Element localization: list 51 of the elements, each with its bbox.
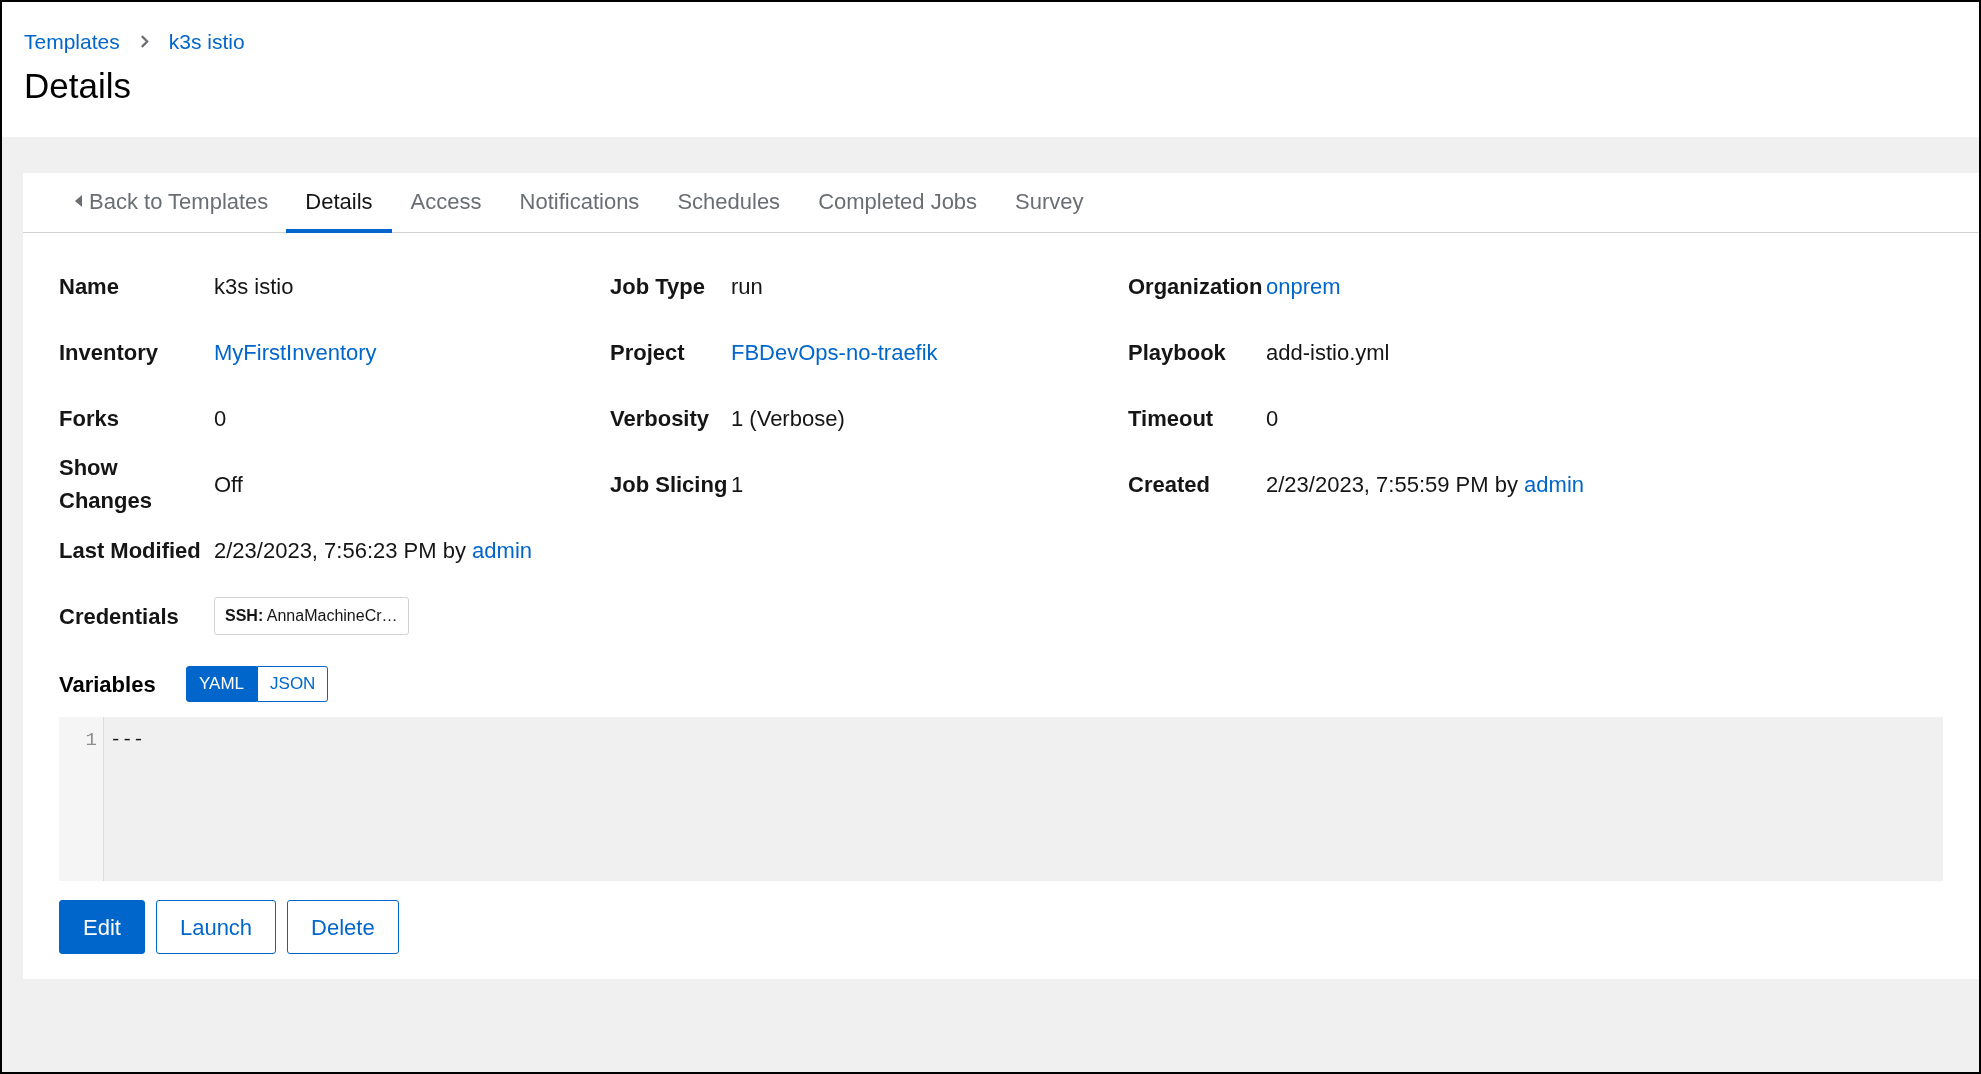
tab[interactable]: Survey [996,173,1103,233]
secondary-button[interactable]: Launch [155,900,277,954]
field-link[interactable]: FBDevOps-no-traefik [731,335,938,369]
field-label: Playbook [1128,338,1227,367]
breadcrumb-link[interactable]: k3s istio [168,26,245,58]
field-label: Organization [1128,272,1264,301]
field-label: Forks [59,404,120,433]
field-value: 2/23/2023, 7:55:59 PM by admin [1266,470,1584,499]
field-label: Created [1128,470,1211,499]
field-value: 0 [214,404,227,433]
tab[interactable]: Schedules [658,173,800,233]
field-label: Name [59,272,120,301]
mode-toggle[interactable]: JSON [257,666,329,702]
field-value: 2/23/2023, 7:56:23 PM by admin [214,536,532,565]
breadcrumb-link[interactable]: Templates [24,26,120,58]
field-label: Last Modified [59,536,202,565]
caret-left-icon [75,195,83,207]
field-label: Variables [59,670,157,699]
field-value: add-istio.yml [1266,338,1390,367]
tab[interactable]: Completed Jobs [799,173,997,233]
code-line: --- [110,728,145,753]
field-value: 1 (Verbose) [731,404,845,433]
field-value: 1 [731,470,744,499]
user-link[interactable]: admin [1524,471,1584,497]
field-label: Timeout [1128,404,1215,433]
field-value: 0 [1266,404,1279,433]
primary-button[interactable]: Edit [59,900,145,954]
field-value: run [731,272,763,301]
field-label: Project [610,338,686,367]
tab[interactable]: Notifications [500,173,659,233]
user-link[interactable]: admin [472,537,532,563]
back-link[interactable]: Back to Templates [51,173,287,233]
field-label: Credentials [59,602,180,631]
field-value: Off [214,470,243,499]
field-label: Verbosity [610,404,711,433]
field-label: Show Changes [59,454,153,515]
field-label: Inventory [59,338,160,367]
field-link[interactable]: MyFirstInventory [214,335,377,369]
tab[interactable]: Details [286,173,392,233]
field-link[interactable]: onprem [1266,269,1341,303]
secondary-button[interactable]: Delete [287,900,399,954]
tab[interactable]: Access [391,173,501,233]
credential-chip: SSH: AnnaMachineCr… [214,597,409,635]
field-value: k3s istio [214,272,294,301]
code-editor[interactable]: 1 --- [59,717,1943,881]
chevron-right-icon [139,35,149,49]
field-label: Job Slicing [610,470,729,499]
line-number: 1 [85,728,97,753]
mode-toggle[interactable]: YAML [186,666,258,702]
page-title: Details [24,64,132,107]
field-label: Job Type [610,272,706,301]
